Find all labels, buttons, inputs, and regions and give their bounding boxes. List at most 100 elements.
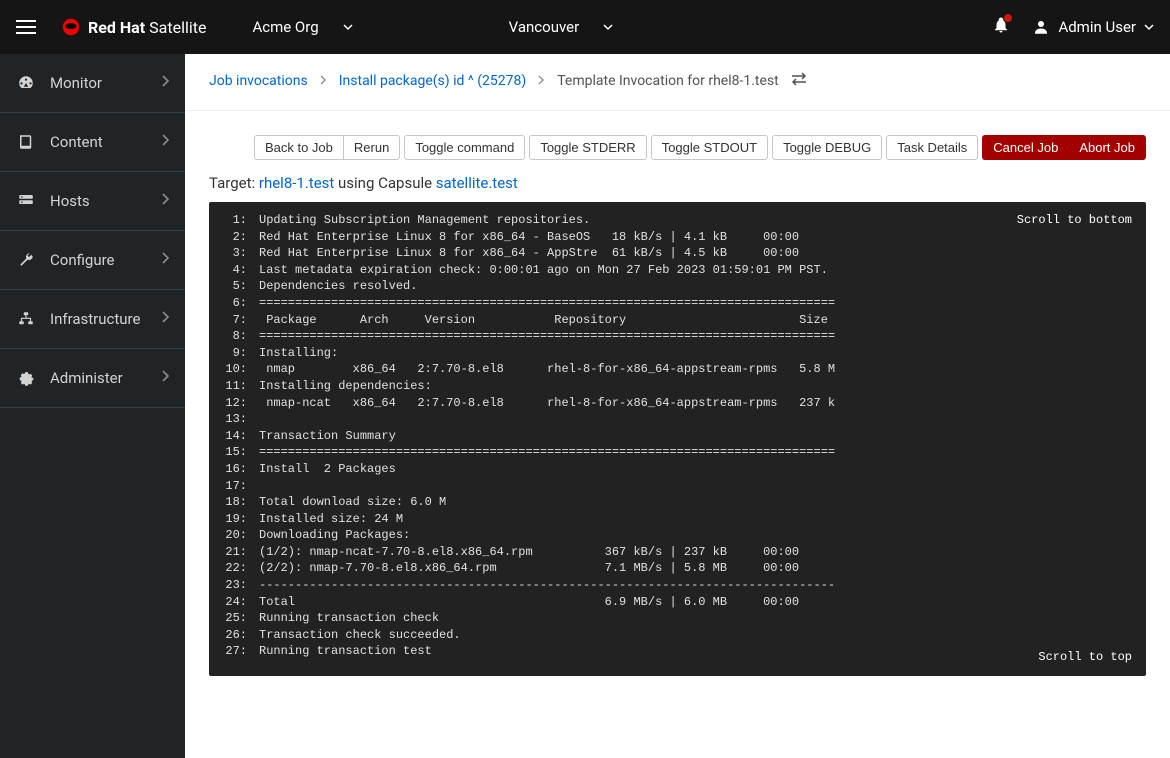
back-to-job-button[interactable]: Back to Job	[254, 135, 344, 160]
line-number: 1:	[219, 212, 259, 229]
line-number: 23:	[219, 577, 259, 594]
line-text: Install 2 Packages	[259, 461, 396, 478]
terminal-line: 11:Installing dependencies:	[219, 378, 1136, 395]
hamburger-menu[interactable]	[16, 15, 40, 39]
notifications-bell[interactable]	[992, 16, 1010, 38]
line-number: 24:	[219, 594, 259, 611]
user-menu[interactable]: Admin User	[1032, 18, 1154, 36]
line-number: 5:	[219, 278, 259, 295]
line-number: 2:	[219, 229, 259, 246]
line-text: Last metadata expiration check: 0:00:01 …	[259, 262, 828, 279]
target-host-link[interactable]: rhel8-1.test	[259, 174, 334, 192]
book-icon	[16, 133, 36, 151]
scroll-to-top-link[interactable]: Scroll to top	[1038, 649, 1132, 666]
line-number: 18:	[219, 494, 259, 511]
line-text: nmap x86_64 2:7.70-8.el8 rhel-8-for-x86_…	[259, 361, 835, 378]
target-capsule-link[interactable]: satellite.test	[436, 174, 518, 192]
line-text: nmap-ncat x86_64 2:7.70-8.el8 rhel-8-for…	[259, 395, 835, 412]
topbar-right: Admin User	[992, 16, 1154, 38]
breadcrumb-separator	[538, 75, 545, 88]
line-text: Transaction Summary	[259, 428, 396, 445]
sidebar-item-label: Infrastructure	[50, 310, 161, 328]
rerun-button[interactable]: Rerun	[343, 135, 400, 160]
line-number: 10:	[219, 361, 259, 378]
terminal-line: 23:-------------------------------------…	[219, 577, 1136, 594]
line-number: 25:	[219, 610, 259, 627]
line-text: ========================================…	[259, 328, 835, 345]
line-text: Installing:	[259, 345, 338, 362]
terminal-line: 15:=====================================…	[219, 444, 1136, 461]
terminal-line: 18:Total download size: 6.0 M	[219, 494, 1136, 511]
chevron-right-icon	[161, 370, 169, 386]
action-buttons: Back to Job Rerun Toggle command Toggle …	[209, 135, 1146, 160]
terminal-line: 24:Total 6.9 MB/s | 6.0 MB 00:00	[219, 594, 1136, 611]
user-icon	[1032, 18, 1050, 36]
task-details-button[interactable]: Task Details	[886, 135, 978, 160]
scroll-to-bottom-link[interactable]: Scroll to bottom	[1017, 212, 1132, 229]
line-text: ----------------------------------------…	[259, 577, 835, 594]
line-text: Package Arch Version Repository Size	[259, 312, 828, 329]
terminal-line: 1:Updating Subscription Management repos…	[219, 212, 1136, 229]
chevron-right-icon	[161, 311, 169, 327]
breadcrumb-current: Template Invocation for rhel8-1.test	[557, 73, 779, 89]
terminal-line: 25:Running transaction check	[219, 610, 1136, 627]
toggle-debug-button[interactable]: Toggle DEBUG	[772, 135, 882, 160]
abort-job-button[interactable]: Abort Job	[1068, 135, 1146, 160]
target-middle: using Capsule	[334, 174, 435, 192]
line-number: 7:	[219, 312, 259, 329]
danger-group: Cancel Job Abort Job	[982, 135, 1146, 160]
caret-down-icon	[343, 18, 353, 36]
breadcrumb-link[interactable]: Job invocations	[209, 73, 308, 89]
location-label: Vancouver	[509, 18, 580, 36]
org-selector[interactable]: Acme Org	[234, 18, 370, 36]
swap-icon[interactable]	[791, 72, 807, 90]
line-number: 13:	[219, 411, 259, 428]
sidebar-item-label: Monitor	[50, 74, 161, 92]
brand-logo[interactable]: Red Hat Satellite	[60, 16, 206, 38]
sidebar-item-content[interactable]: Content	[0, 113, 185, 172]
line-number: 19:	[219, 511, 259, 528]
caret-down-icon	[603, 18, 613, 36]
back-rerun-group: Back to Job Rerun	[254, 135, 400, 160]
terminal-line: 6:======================================…	[219, 295, 1136, 312]
line-number: 27:	[219, 643, 259, 660]
sidebar-item-monitor[interactable]: Monitor	[0, 54, 185, 113]
terminal-line: 5:Dependencies resolved.	[219, 278, 1136, 295]
location-selector[interactable]: Vancouver	[491, 18, 632, 36]
wrench-icon	[16, 251, 36, 269]
breadcrumb: Job invocations Install package(s) id ^ (…	[185, 54, 1170, 111]
chevron-right-icon	[161, 75, 169, 91]
caret-down-icon	[1144, 22, 1154, 32]
line-text: Transaction check succeeded.	[259, 627, 461, 644]
line-text: Installed size: 24 M	[259, 511, 403, 528]
toggle-stdout-button[interactable]: Toggle STDOUT	[651, 135, 768, 160]
sidebar-item-hosts[interactable]: Hosts	[0, 172, 185, 231]
line-text: Downloading Packages:	[259, 527, 410, 544]
terminal-line: 12: nmap-ncat x86_64 2:7.70-8.el8 rhel-8…	[219, 395, 1136, 412]
line-number: 15:	[219, 444, 259, 461]
sidebar-item-label: Content	[50, 133, 161, 151]
line-number: 3:	[219, 245, 259, 262]
redhat-icon	[60, 16, 82, 38]
breadcrumb-link[interactable]: Install package(s) id ^ (25278)	[339, 73, 527, 89]
sidebar-item-infrastructure[interactable]: Infrastructure	[0, 290, 185, 349]
cancel-job-button[interactable]: Cancel Job	[982, 135, 1069, 160]
toggle-command-button[interactable]: Toggle command	[404, 135, 525, 160]
sidebar-item-label: Administer	[50, 369, 161, 387]
sidebar-item-administer[interactable]: Administer	[0, 349, 185, 408]
line-text: (1/2): nmap-ncat-7.70-8.el8.x86_64.rpm 3…	[259, 544, 799, 561]
line-text: ========================================…	[259, 295, 835, 312]
terminal-line: 20:Downloading Packages:	[219, 527, 1136, 544]
line-text: Running transaction test	[259, 643, 432, 660]
chevron-right-icon	[161, 252, 169, 268]
line-text: Total 6.9 MB/s | 6.0 MB 00:00	[259, 594, 799, 611]
toggle-stderr-button[interactable]: Toggle STDERR	[529, 135, 646, 160]
line-text: Running transaction check	[259, 610, 439, 627]
topbar: Red Hat Satellite Acme Org Vancouver Adm…	[0, 0, 1170, 54]
sidebar-item-configure[interactable]: Configure	[0, 231, 185, 290]
brand-prefix: Red Hat	[88, 18, 145, 37]
terminal-line: 14:Transaction Summary	[219, 428, 1136, 445]
target-line: Target: rhel8-1.test using Capsule satel…	[209, 174, 1146, 192]
terminal-line: 13:	[219, 411, 1136, 428]
brand-suffix: Satellite	[149, 18, 206, 37]
